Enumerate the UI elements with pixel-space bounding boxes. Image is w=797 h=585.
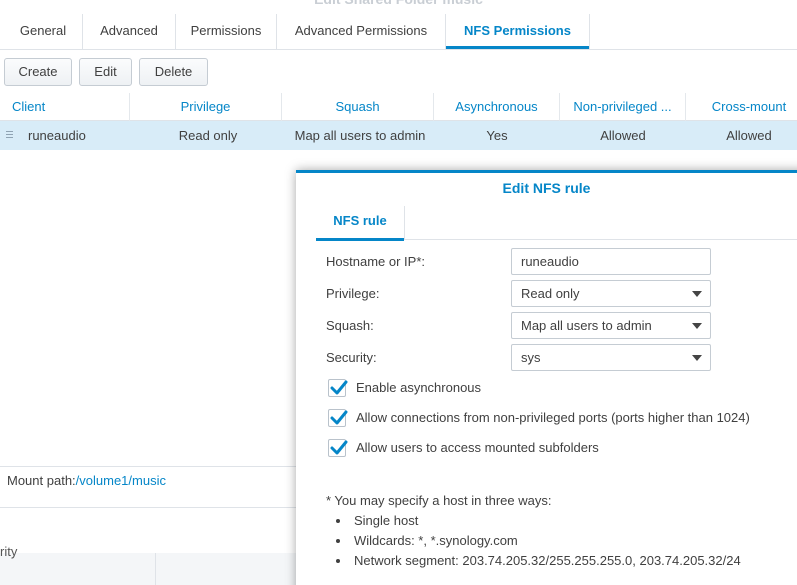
chevron-down-icon[interactable] bbox=[692, 291, 702, 297]
list-item: Wildcards: *, *.synology.com bbox=[336, 531, 741, 551]
hostname-input[interactable] bbox=[511, 248, 711, 275]
tab-bar: General Advanced Permissions Advanced Pe… bbox=[0, 14, 797, 50]
bullet-icon bbox=[336, 519, 340, 523]
privilege-select[interactable]: Read only bbox=[511, 280, 711, 307]
divider bbox=[0, 507, 297, 508]
squash-select-value: Map all users to admin bbox=[521, 318, 652, 333]
dialog-tab-bar: NFS rule bbox=[316, 206, 797, 241]
privilege-label: Privilege: bbox=[326, 286, 380, 301]
list-item-text: Network segment: 203.74.205.32/255.255.2… bbox=[354, 553, 741, 568]
table-row[interactable]: runeaudio Read only Map all users to adm… bbox=[0, 121, 797, 150]
edit-button[interactable]: Edit bbox=[79, 58, 132, 86]
bullet-icon bbox=[336, 559, 340, 563]
cell-non-privileged: Allowed bbox=[600, 128, 646, 143]
column-client[interactable]: Client bbox=[0, 93, 130, 121]
checkbox-checked-icon[interactable] bbox=[328, 439, 348, 457]
mount-path-label: Mount path: bbox=[7, 473, 76, 488]
tab-advanced-permissions[interactable]: Advanced Permissions bbox=[277, 14, 446, 49]
grid-header: Client Privilege Squash Asynchronous Non… bbox=[0, 93, 797, 121]
security-select-value: sys bbox=[521, 350, 541, 365]
list-item: Single host bbox=[336, 511, 741, 531]
hostname-label: Hostname or IP*: bbox=[326, 254, 425, 269]
mount-path: Mount path:/volume1/music bbox=[0, 466, 297, 494]
bullet-icon bbox=[336, 539, 340, 543]
privilege-select-value: Read only bbox=[521, 286, 580, 301]
cell-privilege: Read only bbox=[178, 128, 238, 143]
checkbox-label: Allow users to access mounted subfolders bbox=[356, 440, 599, 455]
cell-squash: Map all users to admin bbox=[294, 128, 426, 143]
background-text: rity bbox=[0, 544, 18, 559]
security-select[interactable]: sys bbox=[511, 344, 711, 371]
tab-general[interactable]: General bbox=[4, 14, 83, 49]
tab-permissions[interactable]: Permissions bbox=[176, 14, 277, 49]
cell-asynchronous: Yes bbox=[486, 128, 508, 143]
tab-advanced[interactable]: Advanced bbox=[83, 14, 176, 49]
column-squash[interactable]: Squash bbox=[282, 93, 434, 121]
cell-client: runeaudio bbox=[28, 128, 86, 143]
mount-path-link[interactable]: /volume1/music bbox=[76, 473, 166, 488]
drag-handle-icon[interactable] bbox=[6, 131, 13, 140]
tab-nfs-permissions[interactable]: NFS Permissions bbox=[446, 14, 590, 49]
checkbox-checked-icon[interactable] bbox=[328, 409, 348, 427]
host-format-note: * You may specify a host in three ways: bbox=[326, 493, 552, 508]
column-non-privileged[interactable]: Non-privileged ... bbox=[560, 93, 686, 121]
list-item-text: Single host bbox=[354, 513, 419, 528]
dialog-title: Edit NFS rule bbox=[502, 180, 591, 196]
host-options-list: Single host Wildcards: *, *.synology.com… bbox=[336, 511, 741, 571]
divider bbox=[155, 553, 156, 585]
create-button[interactable]: Create bbox=[4, 58, 72, 86]
security-label: Security: bbox=[326, 350, 377, 365]
edit-nfs-rule-dialog: Edit NFS rule NFS rule Hostname or IP*: … bbox=[296, 170, 797, 585]
tab-nfs-rule[interactable]: NFS rule bbox=[316, 206, 405, 241]
column-cross-mount[interactable]: Cross-mount bbox=[686, 93, 797, 121]
column-privilege[interactable]: Privilege bbox=[130, 93, 282, 121]
cell-cross-mount: Allowed bbox=[726, 128, 772, 143]
chevron-down-icon[interactable] bbox=[692, 355, 702, 361]
squash-label: Squash: bbox=[326, 318, 374, 333]
list-item-text: Wildcards: *, *.synology.com bbox=[354, 533, 518, 548]
background-panel bbox=[0, 553, 297, 585]
checkbox-label: Allow connections from non-privileged po… bbox=[356, 410, 750, 425]
window-title: Edit Shared Folder music bbox=[0, 0, 797, 11]
column-asynchronous[interactable]: Asynchronous bbox=[434, 93, 560, 121]
shared-folder-dialog: Edit Shared Folder music General Advance… bbox=[0, 0, 797, 585]
delete-button[interactable]: Delete bbox=[139, 58, 208, 86]
squash-select[interactable]: Map all users to admin bbox=[511, 312, 711, 339]
list-item: Network segment: 203.74.205.32/255.255.2… bbox=[336, 551, 741, 571]
chevron-down-icon[interactable] bbox=[692, 323, 702, 329]
checkbox-label: Enable asynchronous bbox=[356, 380, 482, 395]
checkbox-checked-icon[interactable] bbox=[328, 379, 348, 397]
